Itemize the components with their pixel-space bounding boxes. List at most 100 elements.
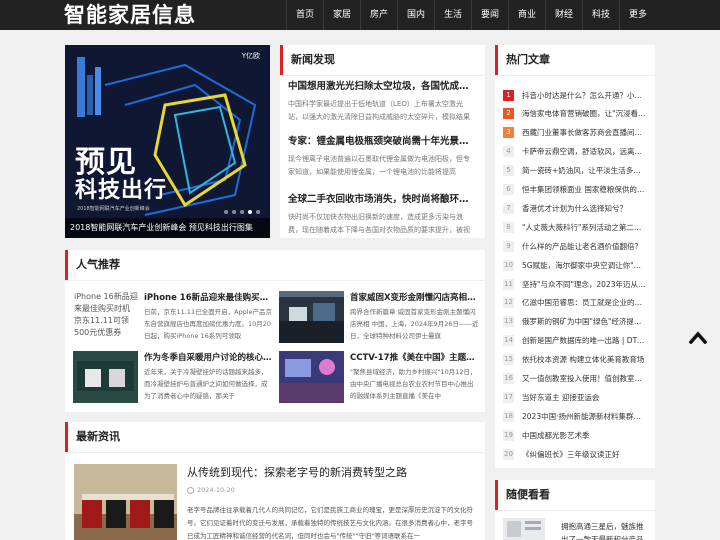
news-discovery-panel: 新闻发现 中国想用激光光扫除太空垃圾，各国忧成强… 中国科学家最近提出于低地轨道…	[280, 45, 485, 238]
hot-article-item[interactable]: 5 简一瓷砖+奶油风，让平淡生活多一…	[503, 164, 647, 178]
carousel-dot[interactable]	[248, 210, 252, 214]
carousel-dots[interactable]	[224, 210, 260, 214]
nav-business[interactable]: 商业	[508, 0, 545, 30]
hot-article-title[interactable]: 亿滋中国范睿思：员工就是企业的核…	[522, 297, 647, 308]
site-logo[interactable]: 智能家居信息	[64, 2, 196, 28]
chevron-up-icon[interactable]	[689, 330, 707, 344]
hot-article-item[interactable]: 15 依托校本资源 构建立体化美育教育场	[503, 353, 647, 367]
carousel-dot[interactable]	[224, 210, 228, 214]
hot-article-item[interactable]: 11 坚持"与众不同"理念，2023年迈从不…	[503, 277, 647, 291]
rank-badge: 2	[503, 108, 514, 120]
nav-tech[interactable]: 科技	[582, 0, 619, 30]
hero-caption[interactable]: 2018智能网联汽车产业创新峰会 预见科技出行图集	[65, 218, 270, 238]
popular-item[interactable]: iPhone 16新品迎来最佳购买时机 京东11.11可领500元优惠券 iPh…	[73, 291, 273, 346]
popular-title[interactable]: CCTV-17推《美在中国》主题直…	[350, 351, 479, 363]
hot-article-item[interactable]: 13 俄罗斯的铜矿为中国"绿色"经济提供…	[503, 315, 647, 329]
hot-article-item[interactable]: 8 "人丈薇大薇科行"系列活动之第二届全…	[503, 220, 647, 234]
hot-article-title[interactable]: 创新是国产数据库的唯一出路 | DTC…	[522, 335, 647, 346]
hot-article-title[interactable]: 恒丰集团领粮面业 国家稳粮保供的"压…	[522, 184, 647, 195]
hot-article-title[interactable]: 什么样的产品能让老名酒价值翻倍？	[522, 241, 642, 252]
hot-article-item[interactable]: 6 恒丰集团领粮面业 国家稳粮保供的"压…	[503, 183, 647, 197]
hot-article-item[interactable]: 17 当好东道主 迎接亚运会	[503, 390, 647, 404]
hot-article-item[interactable]: 19 中国成都光影艺术季	[503, 428, 647, 442]
popular-title[interactable]: iPhone 16新品迎来最佳购买时机…	[144, 291, 273, 303]
popular-panel: 人气推荐 iPhone 16新品迎来最佳购买时机 京东11.11可领500元优惠…	[65, 250, 485, 412]
latest-title[interactable]: 从传统到现代：探索老字号的新消费转型之路	[187, 464, 475, 480]
thumbnail-image[interactable]	[279, 351, 344, 403]
hot-article-title[interactable]: 香港优才计划为什么选择知兮？	[522, 203, 627, 214]
news-item[interactable]: 专家：锂金属电极瓶颈突破尚需十年光景，… 现今锂离子电池普遍以石墨取代锂金属做为…	[288, 133, 475, 179]
hot-article-title[interactable]: 简一瓷砖+奶油风，让平淡生活多一…	[522, 165, 647, 176]
carousel-dot[interactable]	[240, 210, 244, 214]
hot-article-item[interactable]: 9 什么样的产品能让老名酒价值翻倍？	[503, 239, 647, 253]
thumbnail-image[interactable]	[73, 351, 138, 403]
hot-article-item[interactable]: 18 2023中国·扬州新能源新材料集群产…	[503, 409, 647, 423]
popular-title[interactable]: 作为冬季自采暖用户讨论的核心…	[144, 351, 273, 363]
hot-article-title[interactable]: 又一值创教室投入使用！值创教室打…	[522, 373, 647, 384]
news-item[interactable]: 全球二手衣回收市场消失，快时尚将酿环境… 快时尚不仅加快衣物出旧换新的速度，造成…	[288, 191, 475, 237]
news-desc: 现今锂离子电池普遍以石墨取代锂金属做为电池阳极，但专家知道，如果能使用锂金属，一…	[288, 155, 470, 176]
hot-article-item[interactable]: 3 西藏门业董事长做客苏商会直播间专访	[503, 126, 647, 140]
hot-article-title[interactable]: 海信家电体育营销破圈，让"沉浸看亚…	[522, 108, 647, 119]
rank-badge: 18	[503, 410, 514, 422]
news-title[interactable]: 全球二手衣回收市场消失，快时尚将酿环境…	[288, 191, 475, 205]
hot-article-item[interactable]: 10 5G赋能，海尔御家中央空调让你"畅…	[503, 258, 647, 272]
popular-item[interactable]: 作为冬季自采暖用户讨论的核心… 近年来，关于冷凝壁挂炉的话题越来越多，而冷凝壁挂…	[73, 351, 273, 406]
hot-article-title[interactable]: "人丈薇大薇科行"系列活动之第二届全…	[522, 222, 647, 233]
section-title: 新闻发现	[280, 45, 335, 75]
nav-more[interactable]: 更多	[619, 0, 656, 30]
random-thumbnail[interactable]	[503, 518, 545, 540]
broken-image[interactable]: iPhone 16新品迎来最佳购买时机 京东11.11可领500元优惠券	[73, 291, 138, 343]
hot-article-item[interactable]: 1 抖音小时达是什么？怎么开通？小时…	[503, 88, 647, 102]
hot-article-item[interactable]: 14 创新是国产数据库的唯一出路 | DTC…	[503, 334, 647, 348]
divider	[280, 75, 485, 76]
hot-article-title[interactable]: 5G赋能，海尔御家中央空调让你"畅…	[522, 260, 647, 271]
nav-real-estate[interactable]: 房产	[360, 0, 397, 30]
nav-life[interactable]: 生活	[434, 0, 471, 30]
rank-badge: 14	[503, 335, 514, 347]
hot-article-title[interactable]: 当好东道主 迎接亚运会	[522, 392, 599, 403]
hero-subheadline: 科技出行	[75, 178, 168, 203]
rank-badge: 15	[503, 354, 514, 366]
section-title: 随便看看	[495, 480, 550, 510]
section-title: 最新资讯	[65, 422, 120, 452]
section-title: 热门文章	[495, 45, 550, 75]
nav-home-living[interactable]: 家居	[323, 0, 360, 30]
hot-article-title[interactable]: 西藏门业董事长做客苏商会直播间专访	[522, 127, 647, 138]
hot-article-item[interactable]: 12 亿滋中国范睿思：员工就是企业的核…	[503, 296, 647, 310]
popular-item[interactable]: CCTV-17推《美在中国》主题直… "聚焦县域经济，助力乡村振兴"10月12日…	[279, 351, 479, 406]
carousel-dot[interactable]	[256, 210, 260, 214]
latest-thumbnail[interactable]	[74, 464, 177, 540]
popular-item[interactable]: 首家威固X变形金刚懂闪店亮相上海 跨界合作新篇章 威固首家变形金刚主题懂闪店亮相…	[279, 291, 479, 346]
image-alt-text: iPhone 16新品迎来最佳购买时机 京东11.11可领500元优惠券	[74, 292, 138, 337]
hot-article-title[interactable]: 依托校本资源 构建立体化美育教育场	[522, 354, 644, 365]
nav-domestic[interactable]: 国内	[397, 0, 434, 30]
hot-article-item[interactable]: 2 海信家电体育营销破圈，让"沉浸看亚…	[503, 107, 647, 121]
hot-article-title[interactable]: 抖音小时达是什么？怎么开通？小时…	[522, 90, 647, 101]
hot-article-title[interactable]: 坚持"与众不同"理念，2023年迈从不…	[522, 279, 647, 290]
hot-article-title[interactable]: 2023中国·扬州新能源新材料集群产…	[522, 411, 647, 422]
hot-article-title[interactable]: 卡萨帝云鼎空调，舒适软风，远离空…	[522, 146, 647, 157]
news-title[interactable]: 中国想用激光光扫除太空垃圾，各国忧成强…	[288, 78, 475, 92]
news-item[interactable]: 中国想用激光光扫除太空垃圾，各国忧成强… 中国科学家最近提出于低地轨道（LEO）…	[288, 78, 475, 124]
hot-article-title[interactable]: 中国成都光影艺术季	[522, 430, 590, 441]
rank-badge: 6	[503, 184, 514, 195]
thumbnail-image[interactable]	[279, 291, 344, 343]
hot-article-item[interactable]: 20 《纠偏班长》三年级议读正好	[503, 447, 647, 461]
rank-badge: 3	[503, 127, 514, 139]
hero-carousel[interactable]: Y亿欧 预见 科技出行 2018智能网联汽车产业创新峰会 2018智能网联汽车产…	[65, 45, 270, 238]
nav-finance[interactable]: 财经	[545, 0, 582, 30]
random-title[interactable]: 拥抱高通三星后，魅族推出了一款无最新积分产品	[561, 520, 647, 540]
hot-article-item[interactable]: 4 卡萨帝云鼎空调，舒适软风，远离空…	[503, 145, 647, 159]
news-title[interactable]: 专家：锂金属电极瓶颈突破尚需十年光景，…	[288, 133, 475, 147]
rank-badge: 8	[503, 221, 514, 233]
popular-title[interactable]: 首家威固X变形金刚懂闪店亮相上海	[350, 291, 479, 303]
latest-desc: 老字号品牌往往承载着几代人的共同记忆，它们是民族工商业的瑰宝，更是深厚历史沉淀下…	[187, 506, 473, 540]
carousel-dot[interactable]	[232, 210, 236, 214]
nav-home[interactable]: 首页	[286, 0, 323, 30]
nav-headlines[interactable]: 要闻	[471, 0, 508, 30]
hot-article-title[interactable]: 俄罗斯的铜矿为中国"绿色"经济提供…	[522, 316, 647, 327]
hot-article-item[interactable]: 7 香港优才计划为什么选择知兮？	[503, 201, 647, 215]
hot-article-title[interactable]: 《纠偏班长》三年级议读正好	[522, 449, 620, 460]
hot-article-item[interactable]: 16 又一值创教室投入使用！值创教室打…	[503, 372, 647, 386]
